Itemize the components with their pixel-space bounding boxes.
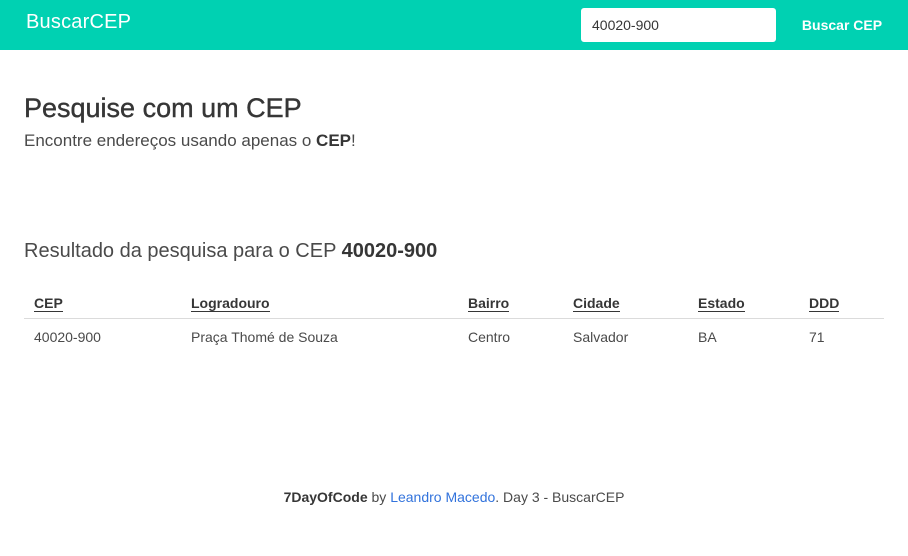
cep-search-input[interactable] [581, 8, 776, 42]
cell-cidade: Salvador [573, 329, 629, 345]
footer-by: by [367, 489, 391, 505]
results-table: CEP Logradouro Bairro Cidade Estado DDD … [24, 287, 884, 355]
result-heading: Resultado da pesquisa para o CEP 40020-9… [24, 240, 437, 263]
page-title: Pesquise com um CEP [24, 93, 302, 123]
footer-suffix: . Day 3 - BuscarCEP [495, 489, 625, 505]
subtitle-bold: CEP [316, 131, 352, 150]
table-header-row: CEP Logradouro Bairro Cidade Estado DDD [24, 287, 884, 319]
cell-bairro: Centro [468, 329, 511, 345]
footer: 7DayOfCode by Leandro Macedo. Day 3 - Bu… [0, 489, 908, 505]
result-heading-cep: 40020-900 [341, 240, 438, 262]
search-cep-button[interactable]: Buscar CEP [788, 8, 896, 42]
subtitle-prefix: Encontre endereços usando apenas o [24, 131, 317, 150]
navbar: BuscarCEP Buscar CEP [0, 0, 908, 50]
page-subtitle: Encontre endereços usando apenas o CEP! [24, 131, 356, 151]
column-header-ddd: DDD [799, 287, 884, 319]
cell-cep: 40020-900 [34, 329, 101, 345]
cell-estado: BA [698, 329, 717, 345]
footer-project: 7DayOfCode [283, 489, 368, 505]
brand-logo[interactable]: BuscarCEP [26, 11, 131, 34]
subtitle-suffix: ! [351, 131, 356, 150]
result-heading-prefix: Resultado da pesquisa para o CEP [24, 240, 342, 262]
column-header-logradouro: Logradouro [181, 287, 458, 319]
column-header-estado: Estado [688, 287, 799, 319]
column-header-cidade: Cidade [563, 287, 688, 319]
column-header-cep: CEP [24, 287, 181, 319]
table-row: 40020-900 Praça Thomé de Souza Centro Sa… [24, 319, 884, 356]
cell-ddd: 71 [809, 329, 825, 345]
column-header-bairro: Bairro [458, 287, 563, 319]
cell-logradouro: Praça Thomé de Souza [191, 329, 338, 345]
footer-author-link[interactable]: Leandro Macedo [390, 489, 495, 505]
